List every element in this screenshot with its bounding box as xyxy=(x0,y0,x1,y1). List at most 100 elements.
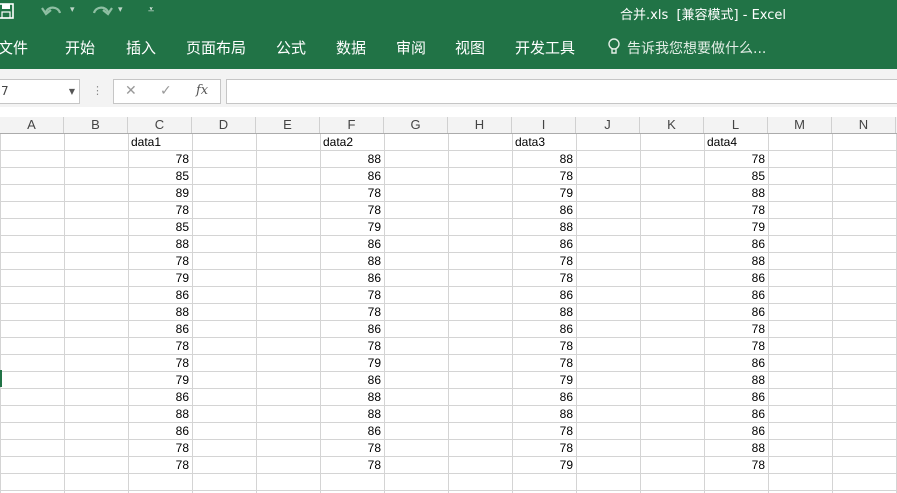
cell-f-9[interactable]: 86 xyxy=(320,270,384,287)
redo-dropdown-icon[interactable]: ▾ xyxy=(118,5,123,15)
cell-c-5[interactable]: 78 xyxy=(128,202,192,219)
cell-c-18[interactable]: 86 xyxy=(128,423,192,440)
cell-l-16[interactable]: 86 xyxy=(704,389,768,406)
insert-function-icon[interactable]: fx xyxy=(196,83,208,98)
column-header-b[interactable]: B xyxy=(64,117,128,133)
cell-c-9[interactable]: 79 xyxy=(128,270,192,287)
cell-i-2[interactable]: 88 xyxy=(512,151,576,168)
cell-f-5[interactable]: 78 xyxy=(320,202,384,219)
cell-f-20[interactable]: 78 xyxy=(320,457,384,474)
cell-l-15[interactable]: 88 xyxy=(704,372,768,389)
tab-review[interactable]: 审阅 xyxy=(396,37,426,58)
undo-icon[interactable] xyxy=(40,2,66,22)
cell-l-13[interactable]: 78 xyxy=(704,338,768,355)
cell-f-10[interactable]: 78 xyxy=(320,287,384,304)
cell-l-4[interactable]: 88 xyxy=(704,185,768,202)
column-header-c[interactable]: C xyxy=(128,117,192,133)
cell-i-4[interactable]: 79 xyxy=(512,185,576,202)
column-header-h[interactable]: H xyxy=(448,117,512,133)
formula-input[interactable] xyxy=(226,79,897,104)
cell-c-10[interactable]: 86 xyxy=(128,287,192,304)
cell-f-6[interactable]: 79 xyxy=(320,219,384,236)
cell-c-13[interactable]: 78 xyxy=(128,338,192,355)
column-header-k[interactable]: K xyxy=(640,117,704,133)
worksheet-grid[interactable]: data1 78 85 89 78 85 88 78 79 86 88 86 78 78 79 86 88 86 7… xyxy=(0,134,897,493)
header-cell-c[interactable]: data1 xyxy=(128,134,192,151)
lightbulb-icon[interactable] xyxy=(607,38,621,56)
cell-c-16[interactable]: 86 xyxy=(128,389,192,406)
cell-i-10[interactable]: 86 xyxy=(512,287,576,304)
cell-i-13[interactable]: 78 xyxy=(512,338,576,355)
cell-f-19[interactable]: 78 xyxy=(320,440,384,457)
cell-i-5[interactable]: 86 xyxy=(512,202,576,219)
cell-c-3[interactable]: 85 xyxy=(128,168,192,185)
tab-insert[interactable]: 插入 xyxy=(126,37,156,58)
column-header-n[interactable]: N xyxy=(832,117,896,133)
column-header-i[interactable]: I xyxy=(512,117,576,133)
tab-page-layout[interactable]: 页面布局 xyxy=(186,37,246,58)
column-header-g[interactable]: G xyxy=(384,117,448,133)
tab-formulas[interactable]: 公式 xyxy=(276,37,306,58)
cell-l-3[interactable]: 85 xyxy=(704,168,768,185)
cancel-icon[interactable]: ✕ xyxy=(125,83,137,99)
column-header-d[interactable]: D xyxy=(192,117,256,133)
column-header-e[interactable]: E xyxy=(256,117,320,133)
cell-i-3[interactable]: 78 xyxy=(512,168,576,185)
redo-icon[interactable] xyxy=(88,2,114,22)
cell-f-2[interactable]: 88 xyxy=(320,151,384,168)
cell-l-14[interactable]: 86 xyxy=(704,355,768,372)
cell-f-18[interactable]: 86 xyxy=(320,423,384,440)
cell-l-10[interactable]: 86 xyxy=(704,287,768,304)
tab-view[interactable]: 视图 xyxy=(455,37,485,58)
cell-i-14[interactable]: 78 xyxy=(512,355,576,372)
cell-f-15[interactable]: 86 xyxy=(320,372,384,389)
save-icon[interactable] xyxy=(0,3,14,19)
cell-i-8[interactable]: 78 xyxy=(512,253,576,270)
column-header-a[interactable]: A xyxy=(0,117,64,133)
cell-c-12[interactable]: 86 xyxy=(128,321,192,338)
column-header-j[interactable]: J xyxy=(576,117,640,133)
column-header-f[interactable]: F xyxy=(320,117,384,133)
header-cell-i[interactable]: data3 xyxy=(512,134,576,151)
cell-i-20[interactable]: 79 xyxy=(512,457,576,474)
cell-c-20[interactable]: 78 xyxy=(128,457,192,474)
cell-l-6[interactable]: 79 xyxy=(704,219,768,236)
tell-me-search[interactable]: 告诉我您想要做什么... xyxy=(627,38,766,58)
cell-l-18[interactable]: 86 xyxy=(704,423,768,440)
cell-f-16[interactable]: 88 xyxy=(320,389,384,406)
tab-file[interactable]: 文件 xyxy=(0,37,28,58)
cell-f-4[interactable]: 78 xyxy=(320,185,384,202)
tab-data[interactable]: 数据 xyxy=(336,37,366,58)
cell-l-20[interactable]: 78 xyxy=(704,457,768,474)
tab-developer[interactable]: 开发工具 xyxy=(515,37,575,58)
cell-f-17[interactable]: 88 xyxy=(320,406,384,423)
cell-c-2[interactable]: 78 xyxy=(128,151,192,168)
cell-c-14[interactable]: 78 xyxy=(128,355,192,372)
column-header-l[interactable]: L xyxy=(704,117,768,133)
cell-l-8[interactable]: 88 xyxy=(704,253,768,270)
cell-c-19[interactable]: 78 xyxy=(128,440,192,457)
header-cell-l[interactable]: data4 xyxy=(704,134,768,151)
cell-c-8[interactable]: 78 xyxy=(128,253,192,270)
cell-l-17[interactable]: 86 xyxy=(704,406,768,423)
cell-f-8[interactable]: 88 xyxy=(320,253,384,270)
cell-f-12[interactable]: 86 xyxy=(320,321,384,338)
cell-i-6[interactable]: 88 xyxy=(512,219,576,236)
cell-c-7[interactable]: 88 xyxy=(128,236,192,253)
cell-l-11[interactable]: 86 xyxy=(704,304,768,321)
cell-c-4[interactable]: 89 xyxy=(128,185,192,202)
drag-handle-icon[interactable]: ⋮ xyxy=(92,84,103,97)
cell-i-11[interactable]: 88 xyxy=(512,304,576,321)
customize-toolbar-icon[interactable]: ⩡ xyxy=(148,3,154,17)
cell-c-6[interactable]: 85 xyxy=(128,219,192,236)
name-box[interactable]: 7 ▼ xyxy=(0,79,80,104)
cell-f-3[interactable]: 86 xyxy=(320,168,384,185)
cell-i-17[interactable]: 88 xyxy=(512,406,576,423)
cell-f-11[interactable]: 78 xyxy=(320,304,384,321)
column-header-m[interactable]: M xyxy=(768,117,832,133)
tab-home[interactable]: 开始 xyxy=(65,37,95,58)
cell-i-12[interactable]: 86 xyxy=(512,321,576,338)
undo-dropdown-icon[interactable]: ▾ xyxy=(70,5,75,15)
cell-l-19[interactable]: 88 xyxy=(704,440,768,457)
chevron-down-icon[interactable]: ▼ xyxy=(69,87,75,96)
